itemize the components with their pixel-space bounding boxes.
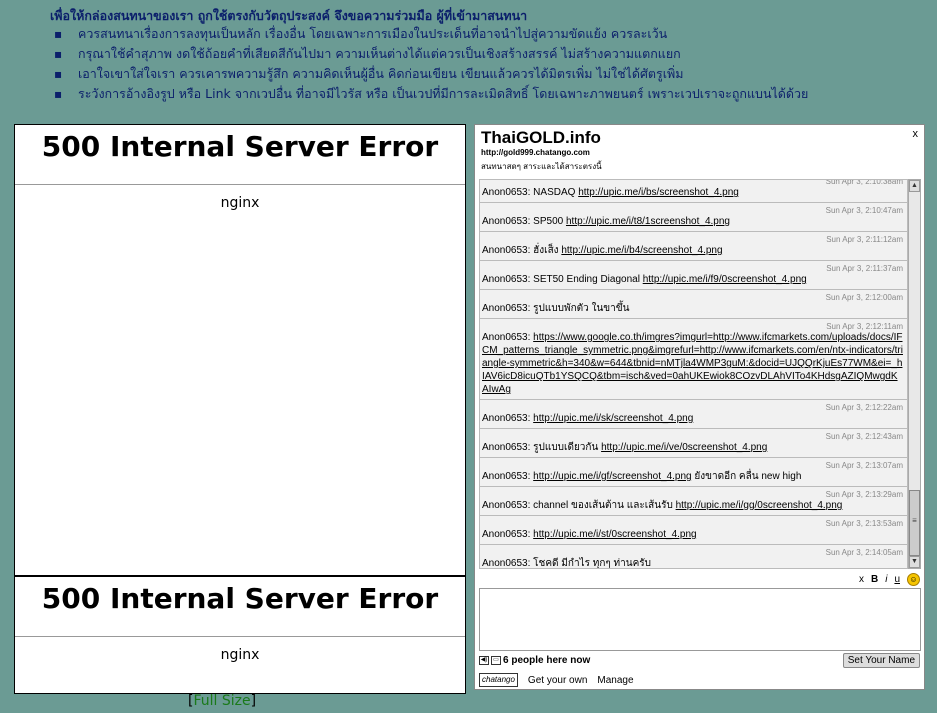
people-count: ◀) ▭ 6 people here now <box>479 655 590 666</box>
rule-item: ระวังการอ้างอิงรูป หรือ Link จากเวปอื่น … <box>54 84 808 104</box>
error-server-name: nginx <box>220 647 260 663</box>
message-time: Sun Apr 3, 2:12:00am <box>825 293 903 302</box>
message-link[interactable]: http://upic.me/i/b4/screenshot_4.png <box>561 245 722 256</box>
message-user: Anon0653: <box>482 529 531 540</box>
italic-button[interactable]: i <box>885 574 887 585</box>
error-server-name: nginx <box>220 195 260 211</box>
error-frame-top: 500 Internal Server Error nginx <box>14 124 466 576</box>
message-user: Anon0653: <box>482 442 531 453</box>
get-your-own-link[interactable]: Get your own <box>528 675 587 686</box>
chat-message: Sun Apr 3, 2:11:12am Anon0653: ฮั่งเส็ง h… <box>480 232 907 261</box>
envelope-icon[interactable]: ▭ <box>491 656 501 665</box>
message-time: Sun Apr 3, 2:13:29am <box>825 490 903 499</box>
message-user: Anon0653: <box>482 303 531 314</box>
message-time: Sun Apr 3, 2:10:38am <box>825 179 903 186</box>
manage-link[interactable]: Manage <box>597 675 633 686</box>
message-time: Sun Apr 3, 2:12:22am <box>825 403 903 412</box>
message-time: Sun Apr 3, 2:13:53am <box>825 519 903 528</box>
message-user: Anon0653: <box>482 274 531 285</box>
error-title: 500 Internal Server Error <box>15 125 465 185</box>
set-name-button[interactable]: Set Your Name <box>842 653 920 668</box>
rule-item: ควรสนทนาเรื่องการลงทุนเป็นหลัก เรื่องอื่… <box>54 24 808 44</box>
scroll-down-icon[interactable]: ▼ <box>909 556 920 568</box>
full-size-link[interactable]: Full Size <box>193 693 250 709</box>
message-link[interactable]: http://upic.me/i/gg/0screenshot_4.png <box>676 500 843 511</box>
chat-message: Sun Apr 3, 2:13:07am Anon0653: http://upi… <box>480 458 907 487</box>
chat-title: ThaiGOLD.info <box>481 128 601 147</box>
scroll-thumb[interactable]: ≡ <box>909 490 920 556</box>
underline-button[interactable]: u <box>894 574 900 585</box>
error-title: 500 Internal Server Error <box>15 577 465 637</box>
message-user: Anon0653: <box>482 558 531 569</box>
message-text: channel ของเส้นต้าน และเส้นรับ <box>533 500 673 511</box>
message-link[interactable]: http://upic.me/i/bs/screenshot_4.png <box>578 187 739 198</box>
chat-footer: chatango Get your own Manage <box>479 673 634 687</box>
clear-format-button[interactable]: x <box>859 574 864 585</box>
message-text: ยังขาดอีก คลื่น new high <box>694 471 802 482</box>
chat-message: Sun Apr 3, 2:13:53am Anon0653: http://upi… <box>480 516 907 545</box>
chat-message: Sun Apr 3, 2:10:38am Anon0653: NASDAQ htt… <box>480 179 907 203</box>
bold-button[interactable]: B <box>871 574 878 585</box>
message-text: NASDAQ <box>533 187 576 198</box>
message-link[interactable]: http://upic.me/i/gf/screenshot_4.png <box>533 471 691 482</box>
chat-message: Sun Apr 3, 2:12:43am Anon0653: รูปแบบเดีย… <box>480 429 907 458</box>
message-list[interactable]: Sun Apr 3, 2:10:38am Anon0653: NASDAQ htt… <box>479 179 908 569</box>
chat-message: Sun Apr 3, 2:12:00am Anon0653: รูปแบบพักต… <box>480 290 907 319</box>
rules-list: ควรสนทนาเรื่องการลงทุนเป็นหลัก เรื่องอื่… <box>54 24 808 104</box>
rules-heading: เพื่อให้กล่องสนทนาของเรา ถูกใช้ตรงกับวัต… <box>50 8 528 23</box>
message-user: Anon0653: <box>482 471 531 482</box>
message-scrollbar[interactable]: ▲ ≡ ▼ <box>908 179 921 569</box>
message-time: Sun Apr 3, 2:14:05am <box>825 548 903 557</box>
message-link[interactable]: http://upic.me/i/st/0screenshot_4.png <box>533 529 696 540</box>
message-user: Anon0653: <box>482 413 531 424</box>
full-size-link-wrap: [Full Size] <box>188 693 256 709</box>
chat-message: Sun Apr 3, 2:12:22am Anon0653: http://upi… <box>480 400 907 429</box>
people-count-text: 6 people here now <box>503 655 591 666</box>
message-text: SP500 <box>533 216 564 227</box>
message-text: รูปแบบเดียวกัน <box>533 442 599 453</box>
message-time: Sun Apr 3, 2:12:11am <box>826 322 903 331</box>
rule-item: เอาใจเขาใส่ใจเรา ควรเคารพความรู้สึก ความ… <box>54 64 808 84</box>
message-user: Anon0653: <box>482 216 531 227</box>
message-user: Anon0653: <box>482 245 531 256</box>
chat-rules: เพื่อให้กล่องสนทนาของเรา ถูกใช้ตรงกับวัต… <box>0 0 937 118</box>
message-link[interactable]: http://upic.me/i/sk/screenshot_4.png <box>533 413 693 424</box>
rule-item: กรุณาใช้คำสุภาพ งดใช้ถ้อยคำที่เสียดสีกัน… <box>54 44 808 64</box>
message-link[interactable]: http://upic.me/i/ve/0screenshot_4.png <box>601 442 767 453</box>
chat-message: Sun Apr 3, 2:11:37am Anon0653: SET50 Endi… <box>480 261 907 290</box>
speaker-icon[interactable]: ◀) <box>479 656 489 665</box>
chat-message: Sun Apr 3, 2:12:11am Anon0653: https://ww… <box>480 319 907 400</box>
message-text: โชคดี มีกำไร ทุกๆ ท่านครับ <box>533 558 651 569</box>
chat-message: Sun Apr 3, 2:10:47am Anon0653: SP500 http… <box>480 203 907 232</box>
smiley-icon[interactable]: ☺ <box>907 572 920 586</box>
message-user: Anon0653: <box>482 500 531 511</box>
message-link[interactable]: https://www.google.co.th/imgres?imgurl=h… <box>482 332 903 395</box>
message-text: รูปแบบพักตัว ในขาขึ้น <box>533 303 630 314</box>
message-input[interactable] <box>479 588 921 651</box>
message-user: Anon0653: <box>482 187 531 198</box>
format-toolbar: x B i u ☺ <box>859 572 920 586</box>
message-link[interactable]: http://upic.me/i/f9/0screenshot_4.png <box>643 274 807 285</box>
message-time: Sun Apr 3, 2:11:12am <box>826 235 903 244</box>
chat-message: Sun Apr 3, 2:14:05am Anon0653: โชคดี มีกำ… <box>480 545 907 569</box>
message-text: ฮั่งเส็ง <box>533 245 559 256</box>
scroll-up-icon[interactable]: ▲ <box>909 180 920 192</box>
error-frame-bottom: 500 Internal Server Error nginx <box>14 576 466 694</box>
chat-message: Sun Apr 3, 2:13:29am Anon0653: channel ขอ… <box>480 487 907 516</box>
message-link[interactable]: http://upic.me/i/t8/1screenshot_4.png <box>566 216 730 227</box>
chat-description: สนทนาสดๆ สาระและได้สาระตรงนี้ <box>481 162 602 171</box>
chat-url[interactable]: http://gold999.chatango.com <box>481 148 590 157</box>
chatango-logo[interactable]: chatango <box>479 673 518 687</box>
message-user: Anon0653: <box>482 332 531 343</box>
message-time: Sun Apr 3, 2:13:07am <box>825 461 903 470</box>
chat-widget: ThaiGOLD.info x http://gold999.chatango.… <box>474 124 925 690</box>
bracket-close: ] <box>250 693 257 709</box>
message-text: SET50 Ending Diagonal <box>533 274 640 285</box>
close-icon[interactable]: x <box>913 128 919 140</box>
message-time: Sun Apr 3, 2:11:37am <box>826 264 903 273</box>
message-time: Sun Apr 3, 2:10:47am <box>825 206 903 215</box>
message-time: Sun Apr 3, 2:12:43am <box>825 432 903 441</box>
